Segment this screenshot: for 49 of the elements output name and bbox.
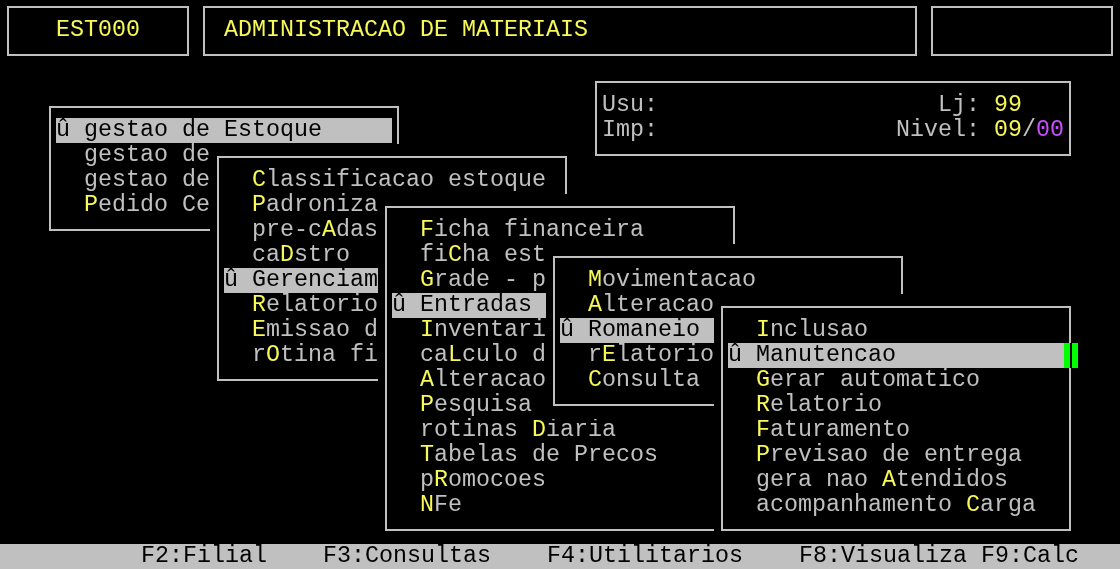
menu-item[interactable]: û Manutencao [728, 343, 1064, 368]
menu-item[interactable]: Grade - p [420, 268, 546, 293]
menu-item[interactable]: Faturamento [756, 418, 910, 443]
menu-item[interactable]: gera nao Atendidos [756, 468, 1008, 493]
menu-item[interactable]: Pesquisa [420, 393, 532, 418]
menu-item[interactable]: caDstro [252, 243, 350, 268]
menu-item[interactable]: pRomocoes [420, 468, 546, 493]
menu-item[interactable]: Previsao de entrega [756, 443, 1022, 468]
menu-item[interactable]: Alteracao [420, 368, 546, 393]
menu-item[interactable]: Movimentacao [588, 268, 756, 293]
function-key-hint[interactable]: F9:Calc [980, 543, 1079, 569]
text-cursor-icon [1064, 343, 1078, 368]
store-field: Lj: 99 [938, 93, 1022, 118]
program-code: EST000 [56, 17, 140, 43]
menu-item[interactable]: û Entradas [392, 293, 546, 318]
menu-item[interactable]: acompanhamento Carga [756, 493, 1036, 518]
menu-item[interactable]: caLculo d [420, 343, 546, 368]
menu-item[interactable]: Ficha financeira [420, 218, 644, 243]
menu-item[interactable]: Relatorio [756, 393, 882, 418]
menu-item[interactable]: rotinas Diaria [420, 418, 616, 443]
menu-item[interactable]: Inclusao [756, 318, 868, 343]
menu-item[interactable]: NFe [420, 493, 462, 518]
user-label: Usu: [602, 93, 658, 118]
menu-item[interactable]: gestao de [84, 143, 210, 168]
menu-item[interactable]: Tabelas de Precos [420, 443, 658, 468]
menu-item[interactable]: Alteracao [588, 293, 714, 318]
function-key-hint[interactable]: F4:Utilitarios [546, 543, 743, 569]
screen-title: ADMINISTRACAO DE MATERIAIS [224, 17, 588, 43]
menu-item[interactable]: Classificacao estoque [252, 168, 546, 193]
menu-item[interactable]: û Romaneio [560, 318, 714, 343]
menu-item[interactable]: Emissao d [252, 318, 378, 343]
printer-label: Imp: [602, 118, 658, 143]
access-level-field: Nivel: 09/00 [896, 118, 1064, 143]
menu-item[interactable]: û gestao de Estoque [56, 118, 392, 143]
menu-item[interactable]: Relatorio [252, 293, 378, 318]
menu-item[interactable]: rOtina fi [252, 343, 378, 368]
function-key-hint[interactable]: F8:Visualiza [798, 543, 967, 569]
menu-item[interactable]: Consulta [588, 368, 700, 393]
menu-item[interactable]: û Gerenciam [224, 268, 378, 293]
menu-item[interactable]: fiCha est [420, 243, 546, 268]
menu-item[interactable]: rElatorio [588, 343, 714, 368]
menu-item[interactable]: Padroniza [252, 193, 378, 218]
menu-item[interactable]: Gerar automatico [756, 368, 980, 393]
menu-item[interactable]: Inventari [420, 318, 546, 343]
function-key-hint[interactable]: F2:Filial [141, 543, 267, 569]
menu-item[interactable]: Pedido Ce [84, 193, 210, 218]
menu-item[interactable]: gestao de [84, 168, 210, 193]
function-key-hint[interactable]: F3:Consultas [323, 543, 491, 569]
menu-item[interactable]: pre-cAdas [252, 218, 378, 243]
